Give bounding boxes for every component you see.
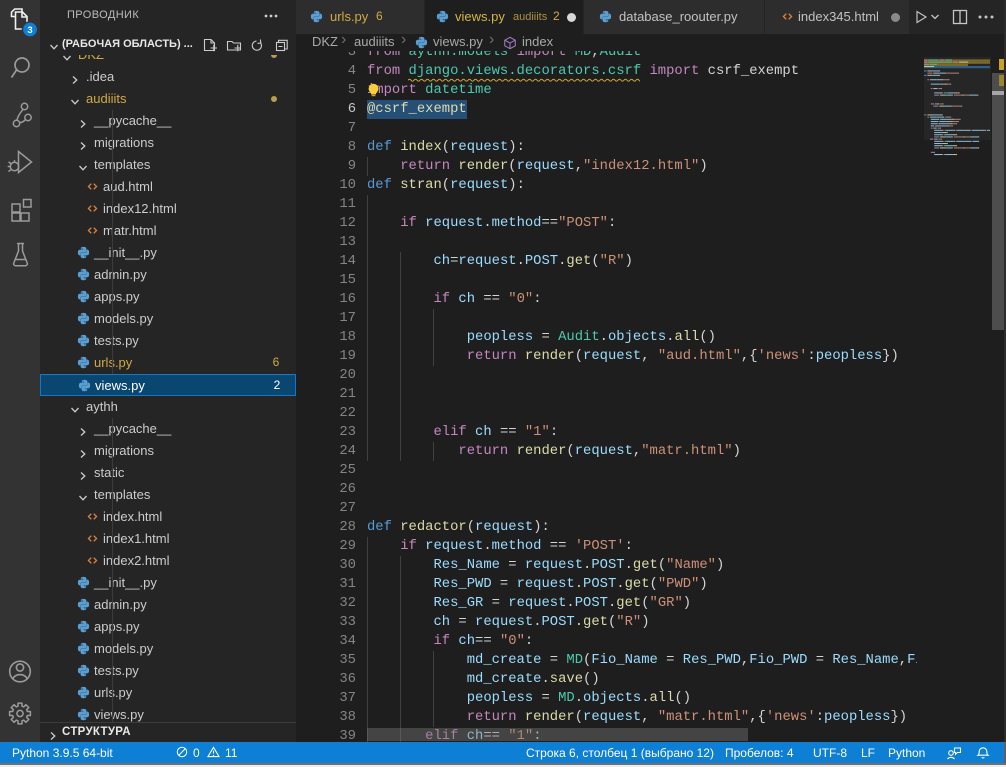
svg-text:3: 3	[27, 25, 32, 36]
